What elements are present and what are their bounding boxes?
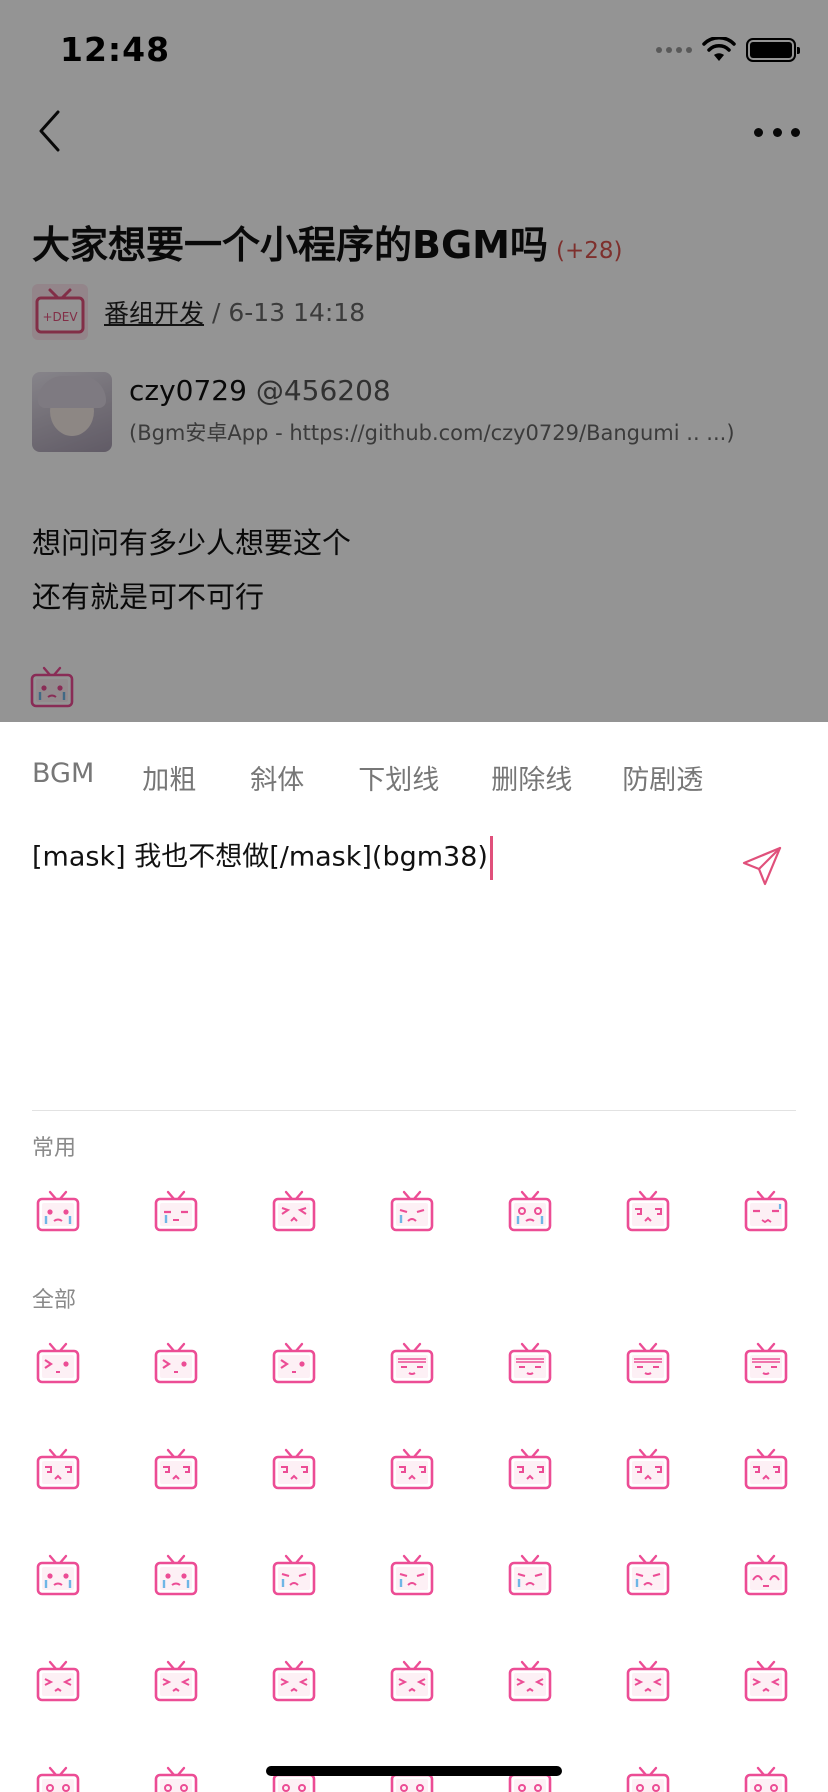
bgm-neutral-icon[interactable] bbox=[154, 1766, 198, 1792]
bgm-sleep-icon[interactable] bbox=[744, 1342, 788, 1386]
bgm-sad-icon[interactable] bbox=[272, 1554, 316, 1598]
bgm-sleep-icon[interactable] bbox=[508, 1342, 552, 1386]
tool-underline[interactable]: 下划线 bbox=[358, 758, 439, 797]
bgm-dizzy-icon[interactable] bbox=[390, 1448, 434, 1492]
bgm-sleep-icon[interactable] bbox=[390, 1342, 434, 1386]
bgm-sob-icon[interactable] bbox=[508, 1190, 552, 1234]
bgm-squint-icon[interactable] bbox=[390, 1660, 434, 1704]
tool-spoiler[interactable]: 防剧透 bbox=[622, 758, 703, 797]
tool-bgm[interactable]: BGM bbox=[32, 758, 94, 797]
bgm-dizzy-icon[interactable] bbox=[272, 1448, 316, 1492]
bgm-neutral-icon[interactable] bbox=[744, 1766, 788, 1792]
bgm-sad-icon[interactable] bbox=[390, 1190, 434, 1234]
screen: 12:48 大家想要一个小程序的BGM吗 (+28) +DEV 番组开发 / 6… bbox=[0, 0, 828, 1792]
text-caret bbox=[489, 836, 493, 880]
tool-italic[interactable]: 斜体 bbox=[250, 758, 304, 797]
bgm-angry-icon[interactable] bbox=[744, 1554, 788, 1598]
home-indicator bbox=[266, 1766, 562, 1776]
send-icon bbox=[742, 846, 782, 886]
bgm-wink-icon[interactable] bbox=[154, 1342, 198, 1386]
modal-backdrop[interactable] bbox=[0, 0, 828, 722]
bgm-dizzy-icon[interactable] bbox=[36, 1448, 80, 1492]
reply-input-text: [mask] 我也不想做[/mask](bgm38) bbox=[32, 841, 488, 873]
tool-strikethrough[interactable]: 删除线 bbox=[491, 758, 572, 797]
bgm-sad-icon[interactable] bbox=[508, 1554, 552, 1598]
emoji-grid-common bbox=[36, 1190, 796, 1234]
format-toolbar: BGM 加粗 斜体 下划线 删除线 防剧透 bbox=[32, 758, 755, 797]
bgm-squint-icon[interactable] bbox=[154, 1660, 198, 1704]
tool-bold[interactable]: 加粗 bbox=[142, 758, 196, 797]
bgm-dizzy-icon[interactable] bbox=[154, 1448, 198, 1492]
reply-input[interactable]: [mask] 我也不想做[/mask](bgm38) bbox=[32, 836, 712, 1076]
reply-panel: BGM 加粗 斜体 下划线 删除线 防剧透 [mask] 我也不想做[/mask… bbox=[0, 722, 828, 1792]
bgm-cry-icon[interactable] bbox=[36, 1190, 80, 1234]
bgm-cry-icon[interactable] bbox=[154, 1554, 198, 1598]
bgm-dizzy-icon[interactable] bbox=[626, 1448, 670, 1492]
bgm-wink-icon[interactable] bbox=[36, 1342, 80, 1386]
bgm-neutral-icon[interactable] bbox=[626, 1766, 670, 1792]
bgm-sleep-icon[interactable] bbox=[626, 1342, 670, 1386]
bgm-tear-icon[interactable] bbox=[154, 1190, 198, 1234]
bgm-squint-icon[interactable] bbox=[36, 1660, 80, 1704]
bgm-wink-icon[interactable] bbox=[272, 1342, 316, 1386]
section-all-label: 全部 bbox=[32, 1288, 77, 1313]
bgm-dizzy-icon[interactable] bbox=[508, 1448, 552, 1492]
bgm-shy-icon[interactable] bbox=[272, 1190, 316, 1234]
bgm-neutral-icon[interactable] bbox=[36, 1766, 80, 1792]
bgm-dizzy-icon[interactable] bbox=[626, 1190, 670, 1234]
bgm-sad-icon[interactable] bbox=[626, 1554, 670, 1598]
bgm-squint-icon[interactable] bbox=[272, 1660, 316, 1704]
bgm-cry-icon[interactable] bbox=[36, 1554, 80, 1598]
bgm-squint-icon[interactable] bbox=[508, 1660, 552, 1704]
bgm-squint-icon[interactable] bbox=[626, 1660, 670, 1704]
bgm-sad-icon[interactable] bbox=[390, 1554, 434, 1598]
divider bbox=[32, 1110, 796, 1111]
send-button[interactable] bbox=[740, 844, 784, 888]
bgm-dizzy-icon[interactable] bbox=[744, 1448, 788, 1492]
section-common-label: 常用 bbox=[32, 1136, 77, 1161]
emoji-grid-all bbox=[36, 1342, 796, 1792]
bgm-squint-icon[interactable] bbox=[744, 1660, 788, 1704]
bgm-sweat-icon[interactable] bbox=[744, 1190, 788, 1234]
